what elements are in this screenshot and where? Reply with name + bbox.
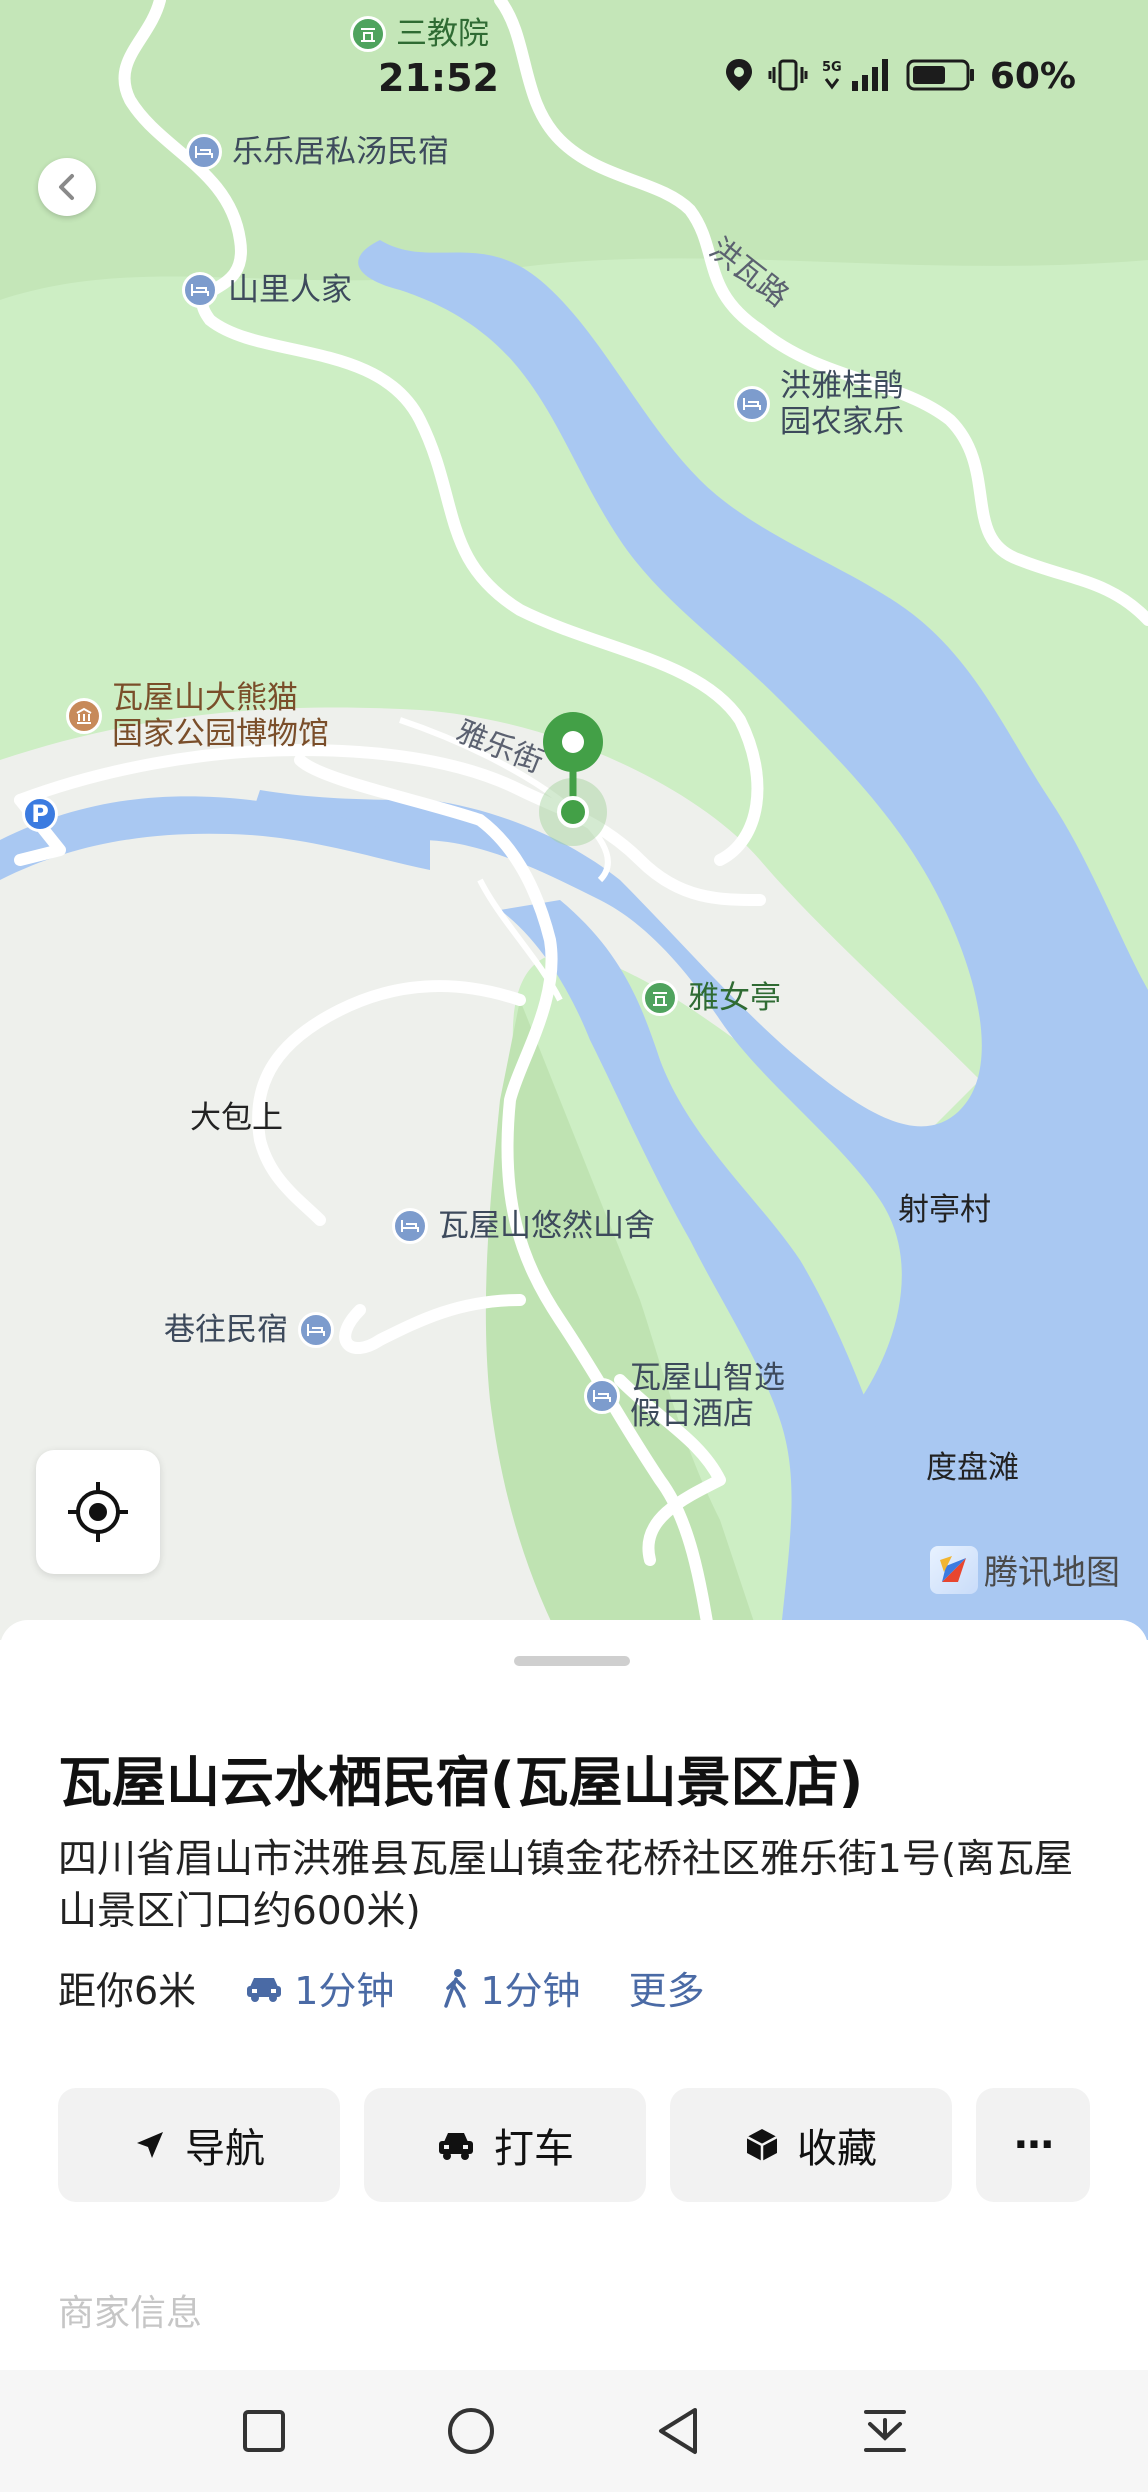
- status-icons: 5G 60%: [724, 56, 1076, 97]
- pull-down-icon: [863, 2410, 906, 2452]
- more-options-button[interactable]: ···: [976, 2088, 1090, 2202]
- place-title: 瓦屋山云水栖民宿(瓦屋山景区店): [58, 1751, 864, 1814]
- hotel-icon: [182, 272, 218, 308]
- scenic-icon: [642, 980, 678, 1016]
- walk-time[interactable]: 1分钟: [442, 1960, 581, 2015]
- back-button[interactable]: [38, 158, 96, 216]
- poi-sanjiaoyuan[interactable]: 三教院: [350, 16, 489, 52]
- scenic-icon: [350, 16, 386, 52]
- hotel-icon: [584, 1378, 620, 1414]
- drag-handle[interactable]: [514, 1656, 630, 1666]
- poi-youranshanshe[interactable]: 瓦屋山悠然山舍: [392, 1208, 655, 1244]
- hotel-icon: [734, 386, 770, 422]
- vibrate-icon: [768, 57, 808, 97]
- taxi-icon: [439, 2133, 473, 2160]
- parking-icon: P: [22, 796, 58, 832]
- more-link[interactable]: 更多: [629, 1960, 705, 2015]
- poi-lelejusitang[interactable]: 乐乐居私汤民宿: [186, 134, 449, 170]
- merchant-info-heading: 商家信息: [58, 2293, 203, 2334]
- hotel-icon: [298, 1312, 334, 1348]
- more-dots-icon: ···: [1013, 2122, 1055, 2168]
- poi-shanlirenjia[interactable]: 山里人家: [182, 272, 352, 308]
- crosshair-icon: [68, 1482, 128, 1542]
- back-nav-button[interactable]: [648, 2401, 708, 2461]
- poi-xiangwangminsu[interactable]: 巷往民宿: [164, 1312, 334, 1348]
- tencent-map-logo-icon: [930, 1545, 978, 1594]
- place-label-dabaoshang: 大包上: [190, 1100, 283, 1136]
- distance-text: 距你6米: [58, 1969, 197, 2013]
- place-meta: 距你6米 1分钟 1分钟 更多: [58, 1960, 705, 2015]
- location-icon: [724, 57, 754, 97]
- poi-hongyaguijuan[interactable]: 洪雅桂鹃 园农家乐: [734, 368, 904, 440]
- museum-icon: [66, 698, 102, 734]
- car-icon: [247, 1977, 282, 2002]
- walk-icon: [444, 1968, 467, 2008]
- 5g-signal-icon: 5G: [822, 57, 892, 97]
- poi-yanvting[interactable]: 雅女亭: [642, 980, 781, 1016]
- poi-zhixuanjiari[interactable]: 瓦屋山智选 假日酒店: [584, 1360, 785, 1432]
- place-label-shetingcun: 射亭村: [898, 1192, 991, 1228]
- drive-time[interactable]: 1分钟: [244, 1960, 394, 2015]
- chevron-left-icon: [59, 174, 74, 200]
- selected-location-marker[interactable]: [530, 710, 616, 860]
- locate-me-button[interactable]: [36, 1450, 160, 1574]
- home-button[interactable]: [441, 2401, 501, 2461]
- status-bar: 21:52 5G 60%: [0, 52, 1148, 112]
- hotel-icon: [392, 1208, 428, 1244]
- favorite-button[interactable]: 收藏: [670, 2088, 952, 2202]
- place-label-dupantan: 度盘滩: [926, 1450, 1019, 1486]
- cube-icon: [746, 2129, 778, 2161]
- svg-text:5G: 5G: [822, 60, 842, 75]
- navigate-button[interactable]: 导航: [58, 2088, 340, 2202]
- place-address: 四川省眉山市洪雅县瓦屋山镇金花桥社区雅乐街1号(离瓦屋山景区门口约600米): [58, 1837, 1074, 1934]
- circle-icon: [447, 2408, 494, 2454]
- system-nav-bar: [0, 2370, 1148, 2492]
- taxi-button[interactable]: 打车: [364, 2088, 646, 2202]
- triangle-back-icon: [658, 2408, 697, 2454]
- place-detail-sheet[interactable]: 瓦屋山云水栖民宿(瓦屋山景区店) 四川省眉山市洪雅县瓦屋山镇金花桥社区雅乐街1号…: [0, 1620, 1148, 2370]
- poi-parking[interactable]: P: [22, 796, 58, 832]
- hotel-icon: [186, 134, 222, 170]
- status-time: 21:52: [378, 56, 499, 100]
- notification-pull-button[interactable]: [855, 2401, 915, 2461]
- square-icon: [242, 2410, 285, 2452]
- map-view[interactable]: 21:52 5G 60% 三教院 乐乐居私汤民宿 山里人家 洪雅桂鹃 园农家乐 …: [0, 0, 1148, 1640]
- tencent-map-brand: 腾讯地图: [930, 1545, 1120, 1594]
- recent-apps-button[interactable]: [234, 2401, 294, 2461]
- poi-panda-museum[interactable]: 瓦屋山大熊猫 国家公园博物馆: [66, 680, 329, 752]
- action-buttons: 导航 打车 收藏 ···: [58, 2088, 1090, 2202]
- battery-percentage: 60%: [989, 56, 1076, 97]
- navigate-arrow-icon: [137, 2132, 163, 2158]
- battery-icon: [906, 57, 976, 97]
